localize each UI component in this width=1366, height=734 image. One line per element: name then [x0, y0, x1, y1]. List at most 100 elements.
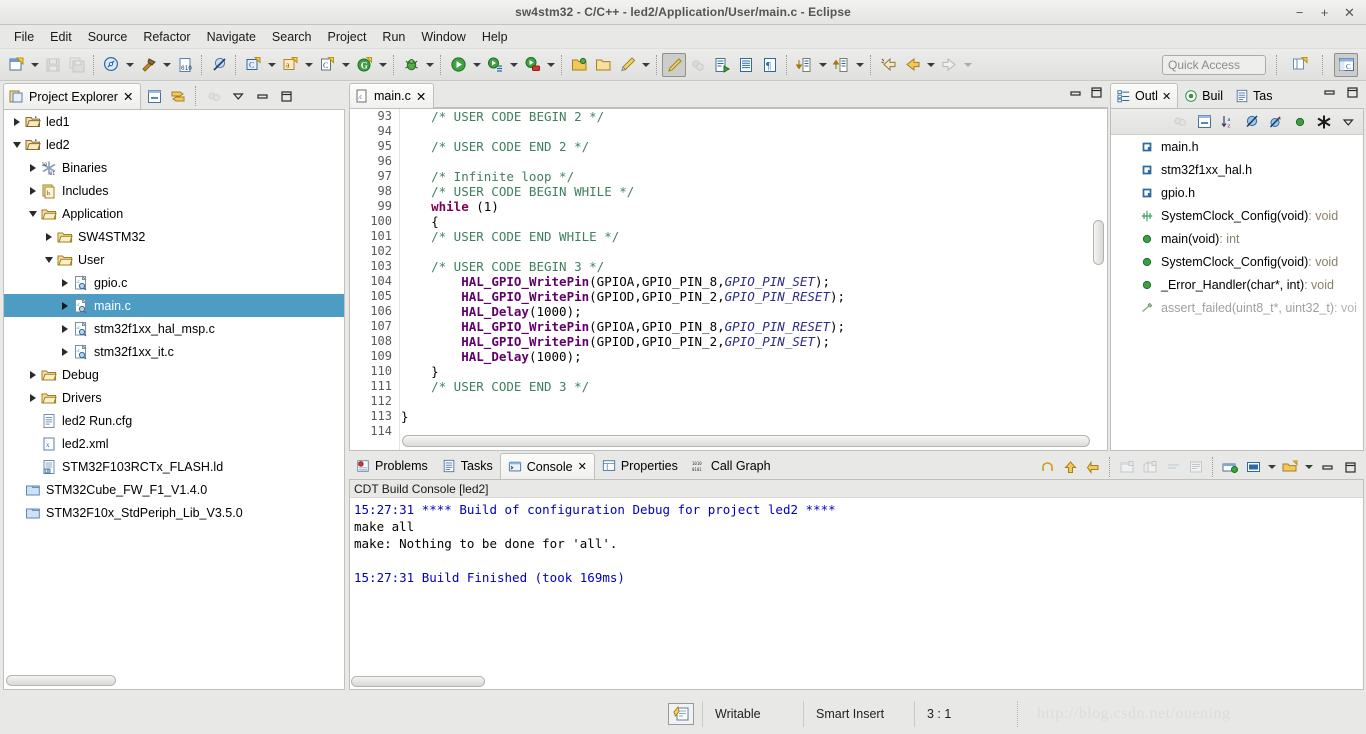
- tab-call-graph[interactable]: 1010 0101 Call Graph: [685, 453, 778, 479]
- expand-arrow-right-icon[interactable]: [26, 156, 40, 179]
- tab-properties[interactable]: Properties: [595, 453, 685, 479]
- open-resource-icon[interactable]: [567, 53, 591, 77]
- maximize-icon[interactable]: [1089, 86, 1104, 99]
- new-c-class-icon[interactable]: a: [278, 53, 302, 77]
- expand-arrow-right-icon[interactable]: [26, 386, 40, 409]
- tree-item-led1[interactable]: led1: [4, 110, 344, 133]
- hide-macros-icon[interactable]: [1313, 111, 1335, 133]
- debug-icon[interactable]: [399, 53, 423, 77]
- scrollbar-thumb[interactable]: [351, 676, 485, 687]
- tree-item-stm32f10x-stdperiph-lib-v3-5-0[interactable]: STM32F10x_StdPeriph_Lib_V3.5.0: [4, 501, 344, 524]
- tree-item-stm32cube-fw-f1-v1-4-0[interactable]: STM32Cube_FW_F1_V1.4.0: [4, 478, 344, 501]
- back-dropdown-arrow[interactable]: [924, 53, 937, 77]
- toggle-mark-occurrences-icon[interactable]: [662, 52, 686, 77]
- code-line[interactable]: /* USER CODE BEGIN WHILE */: [401, 184, 1091, 199]
- show-whitespace-icon[interactable]: [734, 53, 758, 77]
- pen-dropdown-arrow[interactable]: [639, 53, 652, 77]
- expand-arrow-right-icon[interactable]: [26, 179, 40, 202]
- expand-arrow-right-icon[interactable]: [42, 225, 56, 248]
- tab-outl[interactable]: Outl ✕: [1110, 83, 1179, 108]
- git-icon[interactable]: G: [352, 53, 376, 77]
- back-icon[interactable]: [900, 53, 924, 77]
- display-selected-console-icon[interactable]: [1242, 456, 1264, 478]
- code-line[interactable]: }: [401, 409, 1091, 424]
- tree-item-main-c[interactable]: .c main.c: [4, 294, 344, 317]
- tree-item-user[interactable]: User: [4, 248, 344, 271]
- tree-item-binaries[interactable]: 10 01 Binaries: [4, 156, 344, 179]
- code-line[interactable]: /* USER CODE BEGIN 2 */: [401, 109, 1091, 124]
- code-line[interactable]: [401, 424, 1091, 434]
- tab-buil[interactable]: Buil: [1178, 83, 1229, 108]
- prev-annotation-dropdown-arrow[interactable]: [853, 53, 866, 77]
- maximize-icon[interactable]: [1345, 86, 1360, 99]
- new-c-source-icon[interactable]: C: [315, 53, 339, 77]
- editor-vscrollbar[interactable]: [1091, 110, 1106, 433]
- tree-item-debug[interactable]: Debug: [4, 363, 344, 386]
- run-stop-dropdown-arrow[interactable]: [544, 53, 557, 77]
- tree-item-application[interactable]: Application: [4, 202, 344, 225]
- menu-window[interactable]: Window: [413, 27, 473, 47]
- new-file-icon[interactable]: [4, 53, 28, 77]
- outline-item[interactable]: _Error_Handler(char*, int) : void: [1111, 273, 1363, 296]
- expand-arrow-right-icon[interactable]: [10, 110, 24, 133]
- view-menu-icon[interactable]: [1337, 111, 1359, 133]
- code-line[interactable]: [401, 394, 1091, 409]
- code-line[interactable]: /* Infinite loop */: [401, 169, 1091, 184]
- outline-item[interactable]: main.h: [1111, 135, 1363, 158]
- tree-item-drivers[interactable]: Drivers: [4, 386, 344, 409]
- tree-item-includes[interactable]: h Includes: [4, 179, 344, 202]
- outline-item[interactable]: stm32f1xx_hal.h: [1111, 158, 1363, 181]
- minimize-icon[interactable]: [1322, 86, 1337, 99]
- code-line[interactable]: [401, 154, 1091, 169]
- menu-edit[interactable]: Edit: [42, 27, 80, 47]
- tree-item-stm32f1xx-hal-msp-c[interactable]: .c stm32f1xx_hal_msp.c: [4, 317, 344, 340]
- run-stop-icon[interactable]: [520, 53, 544, 77]
- code-line[interactable]: HAL_Delay(1000);: [401, 304, 1091, 319]
- build-all-icon[interactable]: [99, 53, 123, 77]
- forward-dropdown-arrow[interactable]: [961, 53, 974, 77]
- tree-item-gpio-c[interactable]: .c gpio.c: [4, 271, 344, 294]
- minimize-icon[interactable]: [1068, 87, 1083, 99]
- menu-help[interactable]: Help: [474, 27, 516, 47]
- menu-project[interactable]: Project: [320, 27, 375, 47]
- outline-item[interactable]: assert_failed(uint8_t*, uint32_t) : voi: [1111, 296, 1363, 319]
- code-line[interactable]: HAL_GPIO_WritePin(GPIOA,GPIO_PIN_8,GPIO_…: [401, 274, 1091, 289]
- hammer-dropdown-arrow[interactable]: [160, 53, 173, 77]
- console-hscrollbar[interactable]: [351, 676, 1362, 688]
- hide-nonpublic-icon[interactable]: [1289, 111, 1311, 133]
- code-line[interactable]: HAL_GPIO_WritePin(GPIOD,GPIO_PIN_2,GPIO_…: [401, 334, 1091, 349]
- open-folder-icon[interactable]: [591, 53, 615, 77]
- scrollbar-thumb[interactable]: [6, 675, 116, 686]
- close-icon[interactable]: ✕: [123, 89, 133, 104]
- binary-010-icon[interactable]: 010: [173, 53, 197, 77]
- editor-hscrollbar[interactable]: [402, 435, 1090, 449]
- highlight-pen-icon[interactable]: [615, 53, 639, 77]
- outline-item[interactable]: gpio.h: [1111, 181, 1363, 204]
- minimize-icon[interactable]: [251, 85, 273, 107]
- tab-main-c[interactable]: .c main.c ✕: [349, 83, 435, 108]
- outline-body[interactable]: az s main.h stm32f1xx_hal.h gpio.h SystemCl…: [1110, 108, 1364, 451]
- outline-item-list[interactable]: main.h stm32f1xx_hal.h gpio.h SystemClock_C…: [1111, 135, 1363, 319]
- c-project-dropdown-arrow[interactable]: [265, 53, 278, 77]
- run-config-dropdown-arrow[interactable]: [507, 53, 520, 77]
- tab-project-explorer[interactable]: Project Explorer ✕: [3, 83, 142, 109]
- close-icon[interactable]: ✕: [1162, 90, 1171, 103]
- code-line[interactable]: /* USER CODE END 2 */: [401, 139, 1091, 154]
- project-explorer-hscrollbar[interactable]: [6, 675, 344, 687]
- tab-tasks[interactable]: Tasks: [435, 453, 500, 479]
- editor-code-area[interactable]: /* USER CODE BEGIN 2 */ /* USER CODE END…: [401, 109, 1091, 434]
- tab-tas[interactable]: Tas: [1229, 83, 1278, 108]
- pilcrow-icon[interactable]: ¶: [758, 53, 782, 77]
- console-output[interactable]: 15:27:31 **** Build of configuration Deb…: [350, 498, 1363, 586]
- tree-item-stm32f103rctx-flash-ld[interactable]: LD STM32F103RCTx_FLASH.ld: [4, 455, 344, 478]
- maximize-icon[interactable]: [275, 85, 297, 107]
- outline-item[interactable]: main(void) : int: [1111, 227, 1363, 250]
- new-dropdown-arrow[interactable]: [28, 53, 41, 77]
- link-with-editor-icon[interactable]: [167, 85, 189, 107]
- build-hammer-icon[interactable]: [136, 53, 160, 77]
- code-line[interactable]: HAL_Delay(1000);: [401, 349, 1091, 364]
- menu-refactor[interactable]: Refactor: [135, 27, 198, 47]
- code-line[interactable]: [401, 124, 1091, 139]
- outline-item[interactable]: SystemClock_Config(void) : void: [1111, 204, 1363, 227]
- maximize-icon[interactable]: [1339, 456, 1361, 478]
